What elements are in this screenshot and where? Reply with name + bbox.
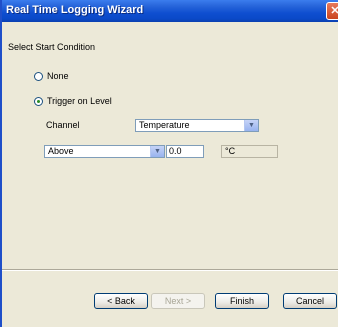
chevron-down-icon[interactable]: ▼ bbox=[150, 146, 164, 157]
radio-trigger-on-level[interactable]: Trigger on Level bbox=[34, 94, 112, 108]
wizard-content: Select Start Condition None Trigger on L… bbox=[2, 22, 338, 327]
condition-select-value: Above bbox=[48, 146, 74, 156]
title-bar[interactable]: Real Time Logging Wizard ✕ bbox=[2, 0, 338, 22]
unit-field: °C bbox=[221, 145, 278, 158]
wizard-window: Real Time Logging Wizard ✕ Select Start … bbox=[0, 0, 338, 327]
finish-button[interactable]: Finish bbox=[215, 293, 269, 309]
radio-button-trigger-on-level[interactable] bbox=[34, 96, 43, 106]
next-button[interactable]: Next > bbox=[151, 293, 205, 309]
window-title: Real Time Logging Wizard bbox=[6, 4, 144, 16]
back-button[interactable]: < Back bbox=[94, 293, 148, 309]
close-icon[interactable]: ✕ bbox=[326, 2, 338, 20]
radio-trigger-label: Trigger on Level bbox=[47, 96, 112, 106]
step-title: Select Start Condition bbox=[8, 42, 96, 52]
channel-select-value: Temperature bbox=[139, 120, 190, 130]
channel-select[interactable]: Temperature ▼ bbox=[135, 119, 259, 132]
radio-none-label: None bbox=[47, 71, 69, 81]
footer-separator bbox=[2, 269, 338, 271]
channel-label: Channel bbox=[46, 120, 80, 130]
level-input[interactable]: 0.0 bbox=[166, 145, 204, 158]
radio-button-none[interactable] bbox=[34, 71, 43, 81]
chevron-down-icon[interactable]: ▼ bbox=[244, 120, 258, 131]
cancel-button[interactable]: Cancel bbox=[283, 293, 337, 309]
condition-select[interactable]: Above ▼ bbox=[44, 145, 165, 158]
radio-none[interactable]: None bbox=[34, 69, 69, 83]
